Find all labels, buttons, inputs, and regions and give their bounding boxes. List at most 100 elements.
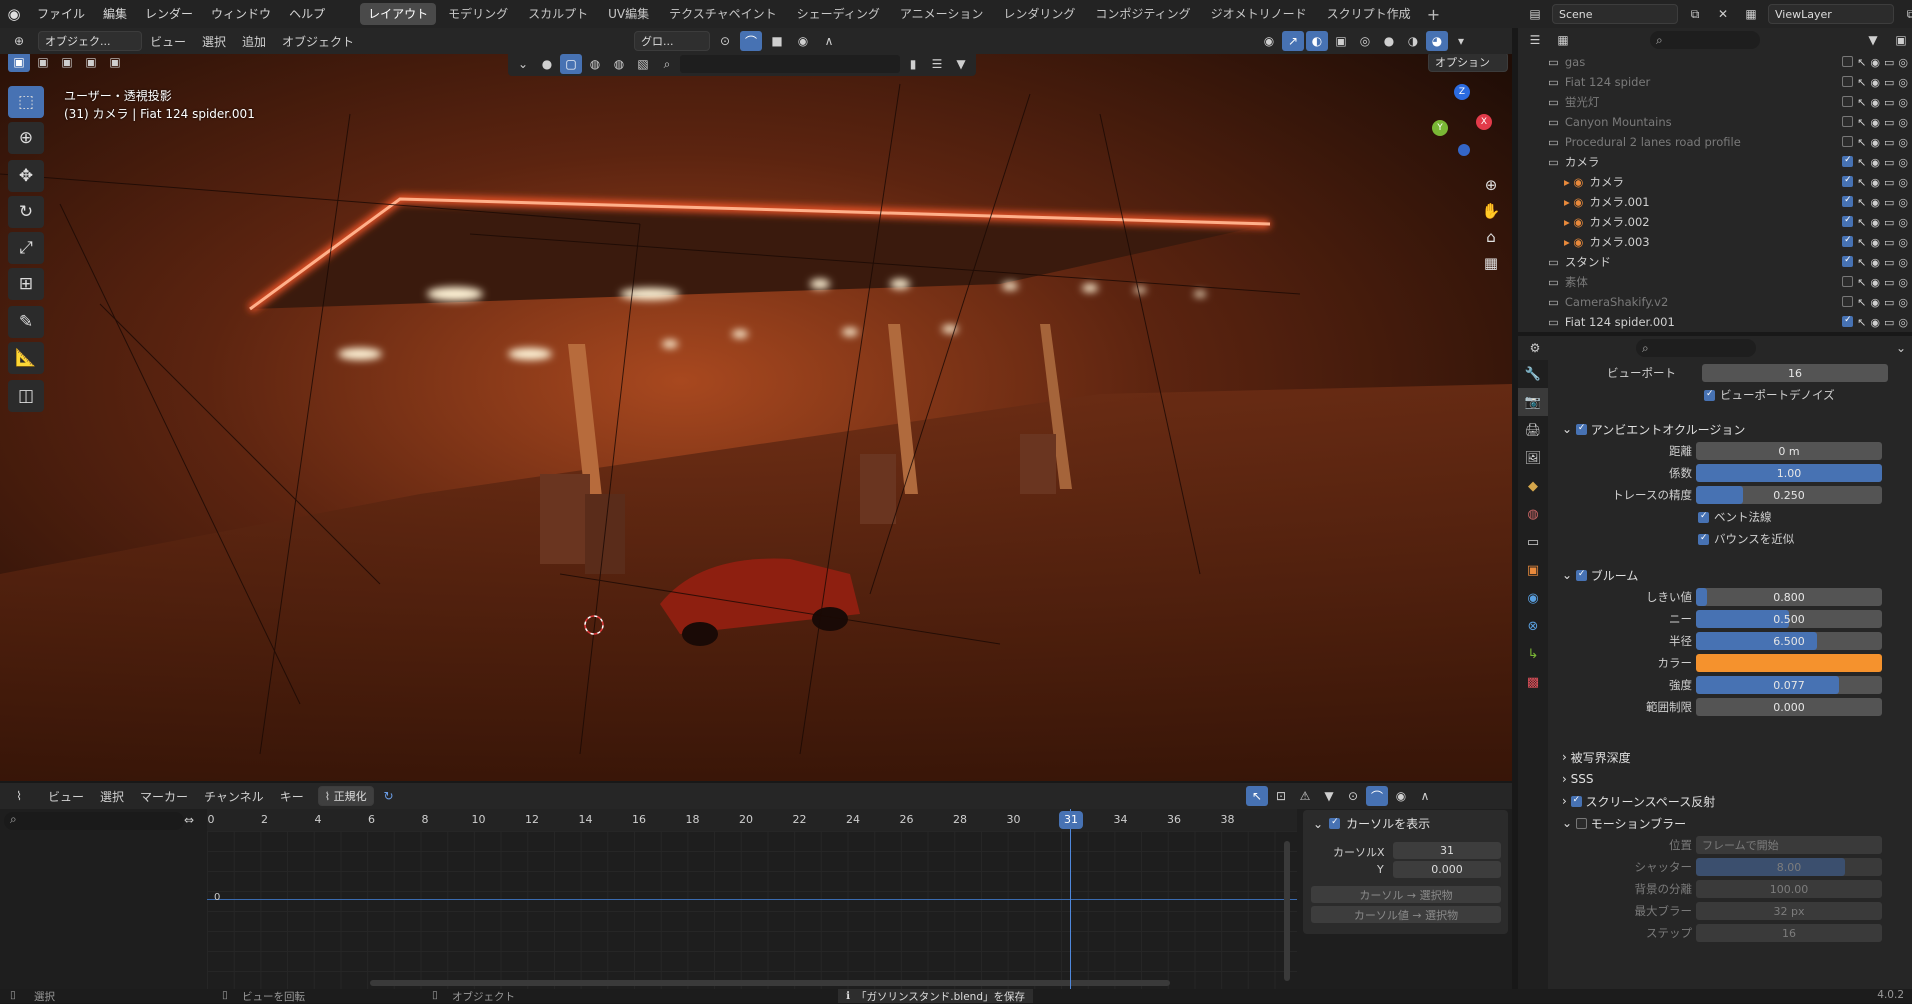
select-box-icon[interactable]: ▢ <box>560 54 582 74</box>
world-tab-icon[interactable]: ◍ <box>1518 500 1548 528</box>
exclude-checkbox[interactable] <box>1842 275 1854 287</box>
tab-modeling[interactable]: モデリング <box>440 3 516 25</box>
outliner-row[interactable]: ▭ Fiat 124 spider ↖ ◉ ▭ ◎ <box>1518 72 1912 92</box>
data-tab-icon[interactable]: ↳ <box>1518 640 1548 668</box>
monitor-icon[interactable]: ▭ <box>1884 96 1894 109</box>
camera-render-icon[interactable]: ◎ <box>1898 196 1908 209</box>
bloom-color-swatch[interactable] <box>1696 654 1882 672</box>
outliner-row[interactable]: ▭ Canyon Mountains ↖ ◉ ▭ ◎ <box>1518 112 1912 132</box>
tl-menu-marker[interactable]: マーカー <box>132 788 196 805</box>
new-collection-icon[interactable]: ▣ <box>1890 30 1912 50</box>
bookmark-icon[interactable]: ▮ <box>902 54 924 74</box>
bloom-clamp-field[interactable]: 0.000 <box>1696 698 1882 716</box>
cursor-y-field[interactable]: 0.000 <box>1393 861 1501 878</box>
filter-icon[interactable]: ▼ <box>1318 786 1340 806</box>
ao-trace-slider[interactable]: 0.250 <box>1696 486 1882 504</box>
pivot-icon[interactable]: ⊙ <box>1342 786 1364 806</box>
ssr-header[interactable]: › スクリーンスペース反射 <box>1550 790 1910 812</box>
menu-view[interactable]: ビュー <box>142 33 194 50</box>
visibility-icon[interactable]: ◉ <box>1258 31 1280 51</box>
mb-bg-sep-field[interactable]: 100.00 <box>1696 880 1882 898</box>
perspective-grid-icon[interactable]: ▦ <box>1478 250 1504 276</box>
snap-target-icon[interactable]: ■ <box>766 31 788 51</box>
select-arrow-icon[interactable]: ↖ <box>1857 256 1866 269</box>
monitor-icon[interactable]: ▭ <box>1884 316 1894 329</box>
select-tool-icon[interactable]: ⬚ <box>8 86 44 118</box>
monitor-icon[interactable]: ▭ <box>1884 156 1894 169</box>
select-arrow-icon[interactable]: ↖ <box>1857 96 1866 109</box>
shading-options-icon[interactable]: ▾ <box>1450 31 1472 51</box>
monitor-icon[interactable]: ▭ <box>1884 136 1894 149</box>
eye-icon[interactable]: ◉ <box>1870 96 1880 109</box>
image-icon[interactable]: ▧ <box>632 54 654 74</box>
bent-normals-checkbox[interactable] <box>1698 511 1709 523</box>
new-view-layer-icon[interactable]: ⧉ <box>1900 4 1912 24</box>
tab-sculpt[interactable]: スカルプト <box>520 3 596 25</box>
options-dropdown[interactable]: オプション <box>1428 54 1508 72</box>
snap-icon[interactable]: ⌒ <box>740 31 762 51</box>
select-arrow-icon[interactable]: ↖ <box>1857 296 1866 309</box>
outliner-row[interactable]: ▭ スタンド ↖ ◉ ▭ ◎ <box>1518 252 1912 272</box>
monitor-icon[interactable]: ▭ <box>1884 296 1894 309</box>
viewport-samples-field[interactable]: 16 <box>1702 364 1888 382</box>
transform-tool-icon[interactable]: ⊞ <box>8 268 44 300</box>
view-layer-icon[interactable]: ▦ <box>1740 4 1762 24</box>
cursor-x-field[interactable]: 31 <box>1393 842 1501 859</box>
camera-render-icon[interactable]: ◎ <box>1898 176 1908 189</box>
3d-viewport[interactable]: ユーザー・透視投影 (31) カメラ | Fiat 124 spider.001… <box>0 54 1512 781</box>
eye-icon[interactable]: ◉ <box>1870 236 1880 249</box>
eye-icon[interactable]: ◉ <box>1870 276 1880 289</box>
scene-tab-icon[interactable]: ◆ <box>1518 472 1548 500</box>
menu-window[interactable]: ウィンドウ <box>202 0 280 28</box>
menu-file[interactable]: ファイル <box>28 0 94 28</box>
select-mode-extend-icon[interactable]: ▣ <box>32 54 54 72</box>
menu-object[interactable]: オブジェクト <box>274 33 362 50</box>
tab-shading[interactable]: シェーディング <box>789 3 888 25</box>
physics-tab-icon[interactable]: ◉ <box>1518 584 1548 612</box>
constraints-tab-icon[interactable]: ⊗ <box>1518 612 1548 640</box>
outliner-row[interactable]: ▭ 蛍光灯 ↖ ◉ ▭ ◎ <box>1518 92 1912 112</box>
ao-checkbox[interactable] <box>1575 423 1587 435</box>
cursor-value-to-selected-button[interactable]: カーソル値 → 選択物 <box>1311 906 1501 923</box>
viewport-search-field[interactable] <box>680 55 900 73</box>
properties-editor-icon[interactable]: ⚙ <box>1524 338 1546 358</box>
camera-render-icon[interactable]: ◎ <box>1898 76 1908 89</box>
monitor-icon[interactable]: ▭ <box>1884 76 1894 89</box>
menu-help[interactable]: ヘルプ <box>280 0 334 28</box>
motion-blur-header[interactable]: ⌄ モーションブラー <box>1550 812 1910 834</box>
chevron-down-icon[interactable]: ⌄ <box>512 54 534 74</box>
proportional-edit-icon[interactable]: ◉ <box>1390 786 1412 806</box>
tab-compositing[interactable]: コンポジティング <box>1087 3 1198 25</box>
filter-icon[interactable]: ▼ <box>1862 30 1884 50</box>
tool-tab-icon[interactable]: 🔧 <box>1518 360 1548 388</box>
cursor-tool-icon[interactable]: ⊕ <box>8 122 44 154</box>
camera-render-icon[interactable]: ◎ <box>1898 276 1908 289</box>
select-mode-invert-icon[interactable]: ▣ <box>80 54 102 72</box>
camera-view-icon[interactable]: ⌂ <box>1478 224 1504 250</box>
chevron-down-icon[interactable]: ⌄ <box>1890 338 1912 358</box>
monitor-icon[interactable]: ▭ <box>1884 116 1894 129</box>
render-tab-icon[interactable]: 📷 <box>1518 388 1548 416</box>
tl-menu-select[interactable]: 選択 <box>92 788 132 805</box>
bounce-checkbox[interactable] <box>1698 533 1709 545</box>
outliner-row[interactable]: ▸ ◉ カメラ.003 ↖ ◉ ▭ ◎ <box>1518 232 1912 252</box>
exclude-checkbox[interactable] <box>1842 75 1854 87</box>
show-cursor-checkbox[interactable] <box>1329 817 1341 829</box>
mode-dropdown[interactable]: オブジェク... <box>38 31 142 51</box>
ao-header[interactable]: ⌄ アンビエントオクルージョン <box>1550 418 1910 440</box>
camera-render-icon[interactable]: ◎ <box>1898 56 1908 69</box>
display-mode-icon[interactable]: ▦ <box>1552 30 1574 50</box>
add-cube-tool-icon[interactable]: ◫ <box>8 380 44 412</box>
properties-search[interactable]: ⌕ <box>1636 339 1756 357</box>
monitor-icon[interactable]: ▭ <box>1884 256 1894 269</box>
color-wheel-icon[interactable]: ● <box>536 54 558 74</box>
mb-steps-field[interactable]: 16 <box>1696 924 1882 942</box>
shading-solid-icon[interactable]: ● <box>1378 31 1400 51</box>
eye-icon[interactable]: ◉ <box>1870 296 1880 309</box>
scene-icon[interactable]: ▤ <box>1524 4 1546 24</box>
playhead-frame[interactable]: 31 <box>1059 811 1083 829</box>
eye-icon[interactable]: ◉ <box>1870 156 1880 169</box>
collection-tab-icon[interactable]: ▭ <box>1518 528 1548 556</box>
select-arrow-icon[interactable]: ↖ <box>1857 156 1866 169</box>
eye-icon[interactable]: ◉ <box>1870 176 1880 189</box>
